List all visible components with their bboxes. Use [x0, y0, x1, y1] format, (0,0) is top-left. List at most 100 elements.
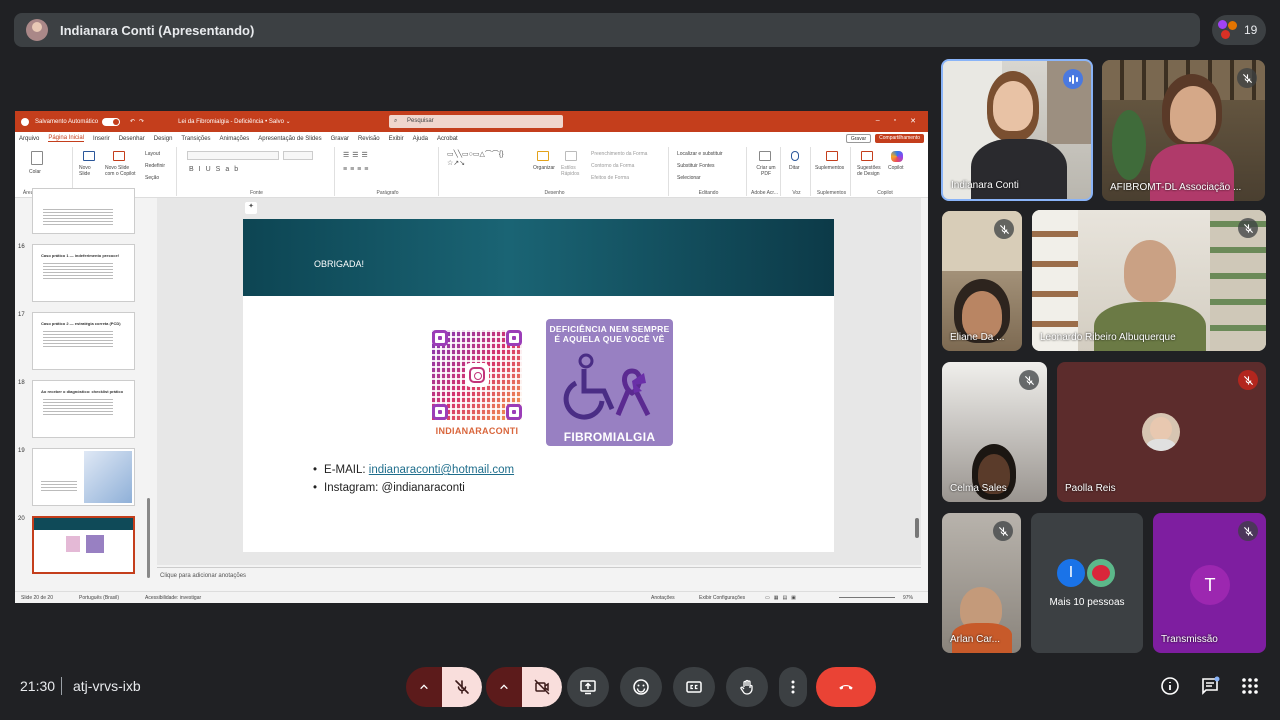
- align-buttons[interactable]: ≡≡≡≡: [343, 166, 371, 173]
- chat-icon[interactable]: [1200, 676, 1220, 696]
- raise-hand-button[interactable]: [726, 667, 768, 707]
- font-format-buttons[interactable]: BIUSab: [189, 166, 243, 173]
- instagram-qr-code: INDIANARACONTI: [432, 330, 522, 438]
- select-button[interactable]: Selecionar: [677, 175, 701, 181]
- tile-celma[interactable]: Celma Sales: [942, 362, 1047, 502]
- slide-thumb-19[interactable]: [32, 448, 135, 506]
- arrange-label: Organizar: [533, 165, 555, 171]
- section-button[interactable]: Seção: [145, 175, 159, 181]
- designer-icon[interactable]: ✦: [245, 202, 257, 214]
- thumb-title: Ao receber o diagnóstico: checklist prát…: [41, 389, 124, 394]
- instagram-icon: [465, 363, 489, 387]
- camera-toggle-button[interactable]: [522, 667, 562, 707]
- copilot-icon[interactable]: [891, 151, 903, 162]
- tile-more-people[interactable]: I Mais 10 pessoas: [1031, 513, 1143, 653]
- slide-thumb-18[interactable]: Ao receber o diagnóstico: checklist prát…: [32, 380, 135, 438]
- font-size-select[interactable]: [283, 151, 313, 160]
- shape-outline-button[interactable]: Contorno da Forma: [591, 163, 634, 169]
- minimize-icon[interactable]: –: [876, 117, 880, 125]
- quick-styles-icon[interactable]: [565, 151, 577, 161]
- zoom-slider[interactable]: [839, 597, 895, 598]
- share-button[interactable]: Compartilhamento: [875, 134, 924, 143]
- menu-inserir[interactable]: Inserir: [93, 136, 110, 142]
- display-settings[interactable]: Exibir Configurações: [699, 595, 745, 601]
- zoom-level[interactable]: 97%: [903, 595, 913, 601]
- info-icon[interactable]: [1160, 676, 1180, 696]
- addins-icon[interactable]: [826, 151, 838, 161]
- captions-button[interactable]: [673, 667, 715, 707]
- reactions-button[interactable]: [620, 667, 662, 707]
- thumbs-scrollbar[interactable]: [147, 498, 150, 578]
- shape-fill-button[interactable]: Preenchimento da Forma: [591, 151, 647, 157]
- more-vert-icon: [791, 680, 795, 694]
- menu-gravar[interactable]: Gravar: [331, 136, 349, 142]
- create-pdf-icon[interactable]: [759, 151, 771, 161]
- dictate-mic-icon[interactable]: [791, 151, 799, 161]
- tile-transmissao[interactable]: T Transmissão: [1153, 513, 1266, 653]
- design-ideas-icon[interactable]: [861, 151, 873, 161]
- camera-options-button[interactable]: [486, 667, 522, 707]
- notes-pane[interactable]: Clique para adicionar anotações: [157, 567, 921, 583]
- avatar-i: I: [1055, 557, 1087, 589]
- group-drawing: ▭╲╲▭○▭△⌒⌒{}☆↗↘ Organizar Estilos Rápidos…: [441, 147, 669, 196]
- reset-button[interactable]: Redefinir: [145, 163, 165, 169]
- slide-header-text: OBRIGADA!: [314, 259, 365, 269]
- menu-acrobat[interactable]: Acrobat: [437, 136, 458, 142]
- autosave-toggle[interactable]: [102, 117, 121, 126]
- tile-arlan[interactable]: Arlan Car...: [942, 513, 1021, 653]
- tile-paolla[interactable]: Paolla Reis: [1057, 362, 1266, 502]
- menu-ajuda[interactable]: Ajuda: [413, 136, 428, 142]
- notes-toggle[interactable]: Anotações: [651, 595, 675, 601]
- menu-pagina-inicial[interactable]: Página Inicial: [48, 135, 85, 142]
- canvas-scrollbar[interactable]: [915, 518, 919, 538]
- shapes-gallery[interactable]: ▭╲╲▭○▭△⌒⌒{}☆↗↘: [447, 150, 517, 168]
- record-button[interactable]: Gravar: [845, 134, 872, 143]
- slide-thumb-16[interactable]: Caso prático 1 — indeferimento precoce!: [32, 244, 135, 302]
- new-slide-copilot-icon[interactable]: [113, 151, 125, 161]
- slide-thumb-15[interactable]: [32, 188, 135, 234]
- redo-icon[interactable]: ↷: [139, 118, 144, 125]
- participant-name: Arlan Car...: [950, 634, 1001, 645]
- new-slide-icon[interactable]: [83, 151, 95, 161]
- mic-toggle-button[interactable]: [442, 667, 482, 707]
- find-button[interactable]: Localizar e substituir: [677, 151, 723, 157]
- clock: 21:30: [20, 678, 56, 694]
- paste-icon[interactable]: [31, 151, 43, 165]
- accessibility[interactable]: Acessibilidade: investigar: [145, 595, 201, 601]
- group-label: Voz: [792, 190, 801, 196]
- participants-button[interactable]: 19: [1212, 15, 1266, 45]
- ppt-search-input[interactable]: ⌕ Pesquisar: [389, 115, 563, 128]
- menu-apresentacao[interactable]: Apresentação de Slides: [258, 136, 321, 142]
- shape-effects-button[interactable]: Efeitos de Forma: [591, 175, 629, 181]
- language[interactable]: Português (Brasil): [79, 595, 119, 601]
- more-options-button[interactable]: [779, 667, 807, 707]
- menu-animacoes[interactable]: Animações: [220, 136, 250, 142]
- view-buttons[interactable]: ▭▦▤▣: [765, 595, 800, 601]
- menu-arquivo[interactable]: Arquivo: [19, 136, 39, 142]
- email-link[interactable]: indianaraconti@hotmail.com: [369, 464, 514, 476]
- tile-afibromt[interactable]: AFIBROMT-DL Associação ...: [1102, 60, 1265, 201]
- maximize-icon[interactable]: ▫: [894, 117, 896, 125]
- layout-button[interactable]: Layout: [145, 151, 160, 157]
- list-buttons[interactable]: ☰☰☰: [343, 151, 371, 159]
- menu-transicoes[interactable]: Transições: [181, 136, 210, 142]
- present-button[interactable]: [567, 667, 609, 707]
- menu-desenhar[interactable]: Desenhar: [119, 136, 145, 142]
- undo-icon[interactable]: ↶: [130, 118, 135, 125]
- leave-call-button[interactable]: [816, 667, 876, 707]
- menu-exibir[interactable]: Exibir: [389, 136, 404, 142]
- tile-eliane[interactable]: Eliane Da ...: [942, 211, 1022, 351]
- mic-options-button[interactable]: [406, 667, 442, 707]
- menu-revisao[interactable]: Revisão: [358, 136, 380, 142]
- slide-thumb-20[interactable]: [32, 516, 135, 574]
- current-slide[interactable]: OBRIGADA! INDIANARACONTI DEFICIÊNCIA NEM…: [243, 219, 834, 552]
- font-name-select[interactable]: [187, 151, 279, 160]
- replace-fonts-button[interactable]: Substituir Fontes: [677, 163, 715, 169]
- menu-design[interactable]: Design: [154, 136, 173, 142]
- tile-indianara[interactable]: Indianara Conti: [941, 59, 1093, 201]
- slide-thumb-17[interactable]: Caso prático 2 — estratégia correta (PCD…: [32, 312, 135, 370]
- arrange-icon[interactable]: [537, 151, 549, 161]
- activities-grid-icon[interactable]: [1240, 676, 1260, 696]
- tile-leonardo[interactable]: Leonardo Ribeiro Albuquerque: [1032, 210, 1266, 351]
- close-icon[interactable]: ✕: [910, 117, 916, 125]
